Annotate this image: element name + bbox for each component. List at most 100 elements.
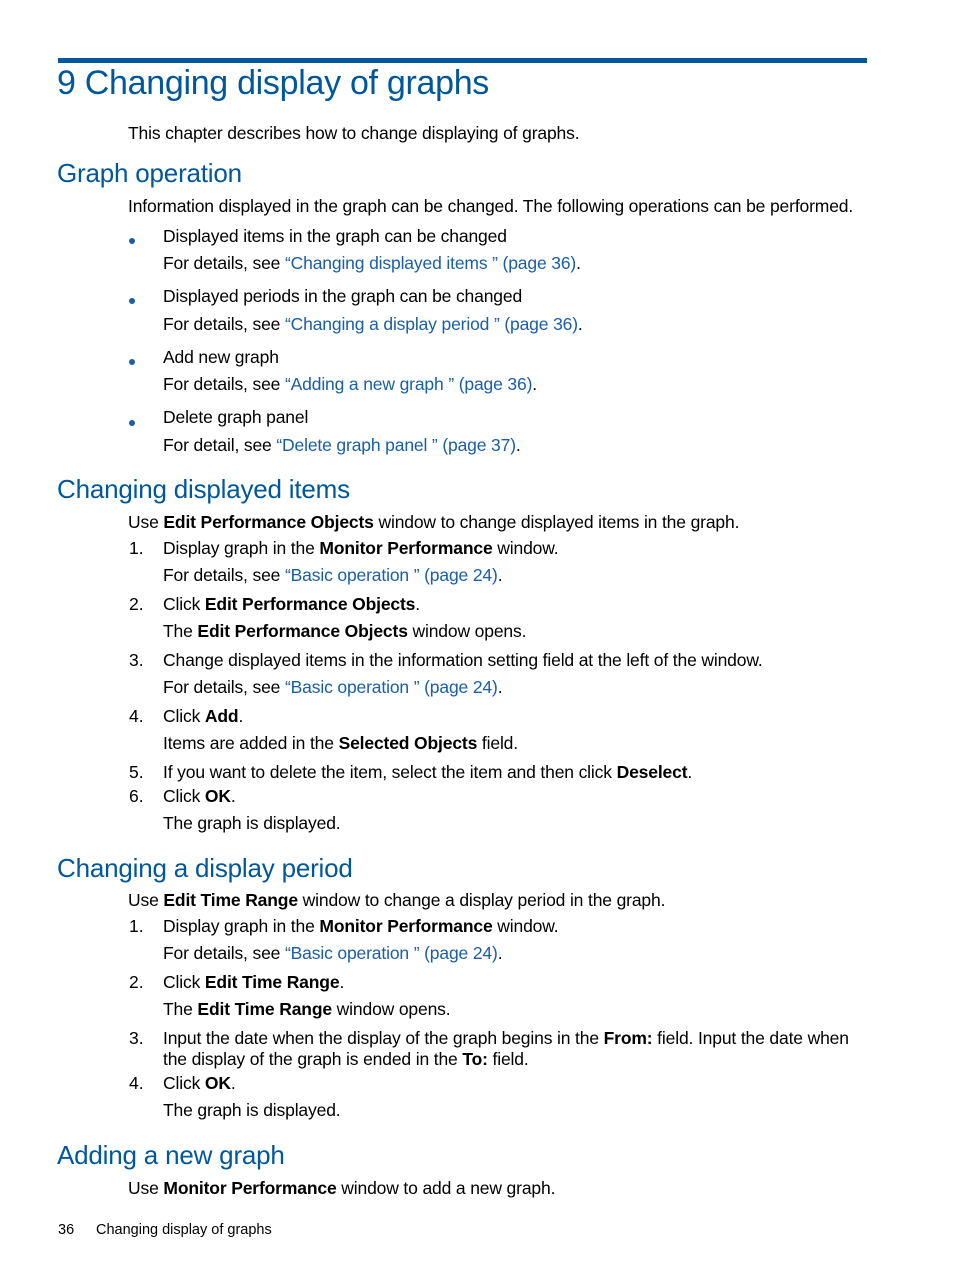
step-text: Input the date when the display of the g…	[163, 1028, 849, 1049]
step-text: Display graph in the Monitor Performance…	[163, 538, 559, 559]
text: field.	[487, 1049, 529, 1069]
text: Click	[163, 594, 205, 614]
text: window.	[492, 916, 559, 936]
text: window opens.	[407, 621, 527, 641]
link-adding-new-graph[interactable]: “Adding a new graph ” (page 36)	[285, 374, 532, 394]
text: .	[230, 786, 236, 806]
text: For details, see	[163, 677, 285, 697]
list-item-ref: For details, see “Changing a display per…	[163, 314, 583, 335]
bullet-icon	[129, 238, 135, 244]
text: .	[230, 1073, 236, 1093]
text: Items are added in the	[163, 733, 339, 753]
ref-suffix: .	[576, 253, 581, 273]
list-item-text: Displayed items in the graph can be chan…	[163, 226, 507, 246]
text: The	[163, 621, 198, 641]
text: The	[163, 999, 198, 1019]
link-basic-operation[interactable]: “Basic operation ” (page 24)	[285, 943, 498, 963]
text: window to change displayed items in the …	[373, 512, 740, 532]
step-number: 5.	[129, 762, 144, 782]
step-result: The graph is displayed.	[163, 1100, 341, 1120]
ref-suffix: .	[577, 314, 583, 334]
ref-suffix: .	[532, 374, 537, 394]
step-text: Click OK.	[163, 1073, 236, 1094]
step-text-line2: the display of the graph is ended in the…	[163, 1049, 529, 1070]
step-result: The Edit Time Range window opens.	[163, 999, 451, 1020]
text: field. Input the date when	[652, 1028, 849, 1048]
text: .	[339, 972, 345, 992]
step-number: 2.	[129, 972, 144, 992]
text: window opens.	[331, 999, 451, 1019]
text: .	[497, 565, 503, 585]
text: .	[687, 762, 693, 782]
step-number: 2.	[129, 594, 144, 614]
step-number: 4.	[129, 706, 144, 726]
adding-graph-intro: Use Monitor Performance window to add a …	[128, 1178, 555, 1199]
list-item-text: Delete graph panel	[163, 407, 309, 427]
list-item-ref: For details, see “Adding a new graph ” (…	[163, 374, 537, 395]
step-text: Click Edit Performance Objects.	[163, 594, 420, 615]
step-number: 1.	[129, 538, 144, 558]
text: Click	[163, 972, 205, 992]
ref-prefix: For details, see	[163, 314, 285, 334]
ref-prefix: For details, see	[163, 253, 285, 273]
step-number: 3.	[129, 1028, 144, 1048]
graph-operation-intro: Information displayed in the graph can b…	[128, 196, 854, 216]
text: For details, see	[163, 565, 285, 585]
step-text: Click Add.	[163, 706, 243, 727]
ui-term: Deselect	[616, 762, 688, 782]
link-changing-displayed-items[interactable]: “Changing displayed items ” (page 36)	[285, 253, 576, 273]
link-basic-operation[interactable]: “Basic operation ” (page 24)	[285, 565, 498, 585]
ui-term: From:	[603, 1028, 653, 1048]
text: For details, see	[163, 943, 285, 963]
text: window to add a new graph.	[336, 1178, 556, 1198]
ui-term: Edit Performance Objects	[204, 594, 416, 614]
ui-term: To:	[462, 1049, 488, 1069]
ref-suffix: .	[515, 435, 521, 455]
ref-prefix: For details, see	[163, 374, 285, 394]
bullet-icon	[129, 420, 135, 426]
link-delete-graph-panel[interactable]: “Delete graph panel ” (page 37)	[276, 435, 516, 455]
heading-graph-operation: Graph operation	[57, 158, 242, 188]
ui-term: Monitor Performance	[319, 916, 493, 936]
step-ref: For details, see “Basic operation ” (pag…	[163, 565, 503, 586]
text: Display graph in the	[163, 916, 320, 936]
text: .	[238, 706, 244, 726]
step-number: 4.	[129, 1073, 144, 1093]
step-ref: For details, see “Basic operation ” (pag…	[163, 943, 503, 964]
ui-term: Monitor Performance	[163, 1178, 337, 1198]
chapter-rule	[58, 58, 867, 63]
text: Use	[128, 890, 164, 910]
text: Click	[163, 786, 205, 806]
ref-prefix: For detail, see	[163, 435, 277, 455]
list-item-text: Displayed periods in the graph can be ch…	[163, 286, 523, 306]
step-result: Items are added in the Selected Objects …	[163, 733, 518, 754]
step-text: Display graph in the Monitor Performance…	[163, 916, 559, 937]
text: .	[415, 594, 420, 614]
ui-term: OK	[204, 786, 231, 806]
step-number: 6.	[129, 786, 144, 806]
step-text: If you want to delete the item, select t…	[163, 762, 692, 783]
text: If you want to delete the item, select t…	[163, 762, 617, 782]
ui-term: OK	[204, 1073, 231, 1093]
ui-term: Selected Objects	[338, 733, 478, 753]
ui-term: Edit Time Range	[204, 972, 340, 992]
list-item-ref: For detail, see “Delete graph panel ” (p…	[163, 435, 521, 456]
text: Use	[128, 512, 164, 532]
step-result: The graph is displayed.	[163, 813, 341, 833]
text: the display of the graph is ended in the	[163, 1049, 463, 1069]
ui-term: Edit Time Range	[197, 999, 332, 1019]
changing-period-intro: Use Edit Time Range window to change a d…	[128, 890, 665, 911]
ui-term: Add	[204, 706, 239, 726]
text: window to change a display period in the…	[297, 890, 666, 910]
footer-page-number: 36	[58, 1222, 75, 1238]
list-item-ref: For details, see “Changing displayed ite…	[163, 253, 581, 274]
list-item-text: Add new graph	[163, 347, 279, 367]
link-changing-display-period[interactable]: “Changing a display period ” (page 36)	[285, 314, 578, 334]
link-basic-operation[interactable]: “Basic operation ” (page 24)	[285, 677, 498, 697]
heading-changing-displayed-items: Changing displayed items	[57, 474, 350, 504]
ui-term: Edit Performance Objects	[163, 512, 374, 532]
text: window.	[492, 538, 559, 558]
step-text: Click Edit Time Range.	[163, 972, 344, 993]
ui-term: Edit Performance Objects	[197, 621, 408, 641]
step-text: Click OK.	[163, 786, 236, 807]
